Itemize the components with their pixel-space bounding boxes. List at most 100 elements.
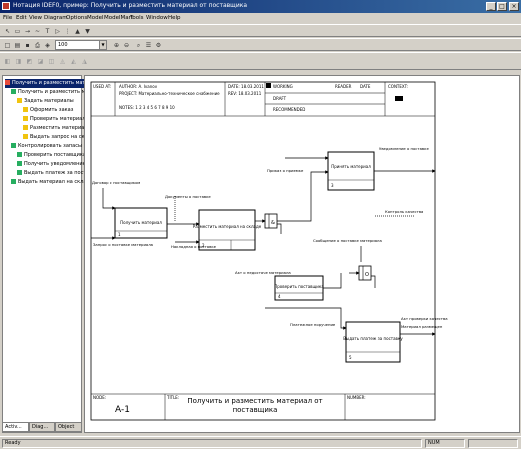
tree-item-label: Проверить поставщика bbox=[24, 152, 86, 158]
mm-disconnect-icon[interactable]: ◮ bbox=[80, 57, 89, 66]
tree-item-label: Проверить материал bbox=[30, 116, 86, 122]
diagram-frame bbox=[90, 81, 436, 421]
tree-item[interactable]: Оформить заказ bbox=[23, 106, 73, 115]
tree-item-label: Разместить материал bbox=[30, 125, 88, 131]
tree-item[interactable]: Задать материалы bbox=[17, 97, 74, 106]
toolbar-standard: □ ▤ ▪ ⎙ ◈ 100 ▼ ⊕ ⊖ ⌕ ☰ ⚙ bbox=[0, 38, 521, 51]
status-blank bbox=[468, 439, 518, 448]
activity-box-1[interactable]: Получить материал 1 bbox=[114, 207, 168, 239]
activity-icon bbox=[17, 98, 22, 103]
tree-item[interactable]: Выдать материал на склад bbox=[11, 178, 90, 187]
tree-item-label: Получить уведомление bbox=[24, 161, 86, 167]
activity-icon bbox=[11, 179, 16, 184]
minimize-button[interactable]: _ bbox=[486, 2, 496, 11]
zoom-combo[interactable]: 100 ▼ bbox=[55, 40, 107, 50]
properties-icon[interactable]: ⚙ bbox=[154, 41, 163, 50]
pointer-icon[interactable]: ↖ bbox=[3, 27, 12, 36]
tree-item[interactable]: Контролировать запасы bbox=[11, 142, 82, 151]
menu-window[interactable]: Window bbox=[146, 15, 168, 21]
arrow-tool-icon[interactable]: → bbox=[23, 27, 32, 36]
menu-file[interactable]: File bbox=[3, 15, 12, 21]
junction-or-label: O bbox=[365, 272, 369, 278]
header-notes: NOTES: 1 2 3 4 5 6 7 8 9 10 bbox=[119, 105, 175, 110]
footer-title-label: TITLE: bbox=[166, 395, 179, 400]
activity-box-4-label: Проверить поставщика bbox=[274, 284, 324, 289]
menu-modelmart[interactable]: ModelMart bbox=[104, 15, 133, 21]
box-tool-icon[interactable]: ▭ bbox=[13, 27, 22, 36]
mm-lock-icon[interactable]: ◪ bbox=[36, 57, 45, 66]
save-icon[interactable]: ▪ bbox=[23, 41, 32, 50]
tree-item[interactable]: Проверить материал bbox=[23, 115, 85, 124]
header-context: CONTEXT: bbox=[388, 84, 408, 89]
mm-save-icon[interactable]: ◩ bbox=[25, 57, 34, 66]
text-tool-icon[interactable]: T bbox=[43, 27, 52, 36]
activity-box-2-label: Разместить материал на складе bbox=[193, 224, 262, 229]
menu-diagram[interactable]: Diagram bbox=[44, 15, 68, 21]
mm-connect-icon[interactable]: ◧ bbox=[3, 57, 12, 66]
maximize-button[interactable]: □ bbox=[497, 2, 507, 11]
label-order: Приказ о приемке bbox=[267, 168, 304, 173]
tab-activities[interactable]: Activ... bbox=[2, 422, 29, 432]
tree-item[interactable]: Проверить поставщика bbox=[17, 151, 86, 160]
activity-icon bbox=[23, 125, 28, 130]
tree-item-label: Оформить заказ bbox=[30, 107, 74, 113]
diagram-canvas[interactable]: USED AT: AUTHOR: A. Ivanov PROJECT: Мате… bbox=[84, 75, 520, 433]
tab-objects[interactable]: Object bbox=[55, 422, 82, 432]
mm-library-icon[interactable]: ◭ bbox=[69, 57, 78, 66]
app-icon bbox=[2, 2, 10, 10]
close-button[interactable]: × bbox=[509, 2, 519, 11]
toolbar-modelmart: ◧ ◨ ◩ ◪ ◫ ◬ ◭ ◮ bbox=[0, 52, 521, 70]
footer-title: Получить и разместить материал от поставщ… bbox=[187, 397, 322, 414]
label-shipment: Накладная о поставке bbox=[171, 244, 217, 249]
junction-and[interactable]: & bbox=[264, 213, 278, 229]
menu-bar: File Edit View Diagram Options Model Mod… bbox=[0, 13, 521, 23]
menu-edit[interactable]: Edit bbox=[16, 15, 27, 21]
menu-help[interactable]: Help bbox=[168, 15, 181, 21]
label-request: Запрос о поставке материала bbox=[93, 242, 153, 247]
junction-and-label: & bbox=[271, 220, 275, 226]
zoom-in-icon[interactable]: ⊕ bbox=[112, 41, 121, 50]
label-contract: Договор с поставщиком bbox=[92, 180, 140, 185]
menu-options[interactable]: Options bbox=[66, 15, 87, 21]
offpage-icon[interactable]: ▷ bbox=[53, 27, 62, 36]
tab-diagrams[interactable]: Diag... bbox=[29, 422, 55, 432]
go-up-icon[interactable]: ▲ bbox=[73, 27, 82, 36]
tree-item[interactable]: Получить уведомление bbox=[17, 160, 86, 169]
zoom-out-icon[interactable]: ⊖ bbox=[122, 41, 131, 50]
status-bar: Ready NUM bbox=[0, 436, 521, 449]
mm-merge-icon[interactable]: ◫ bbox=[47, 57, 56, 66]
mm-report-icon[interactable]: ◬ bbox=[58, 57, 67, 66]
go-down-icon[interactable]: ▼ bbox=[83, 27, 92, 36]
open-icon[interactable]: ▤ bbox=[13, 41, 22, 50]
new-icon[interactable]: □ bbox=[3, 41, 12, 50]
explorer-tabs: Activ... Diag... Object bbox=[2, 422, 82, 432]
print-icon[interactable]: ⎙ bbox=[33, 41, 42, 50]
label-note: Контроль качества bbox=[385, 209, 423, 214]
status-working: WORKING bbox=[273, 84, 293, 89]
tree-item[interactable]: Разместить материал bbox=[23, 124, 87, 133]
activity-icon bbox=[11, 143, 16, 148]
junction-or[interactable]: O bbox=[358, 265, 372, 281]
activity-box-3[interactable]: Принять материал 3 bbox=[327, 151, 375, 191]
find-icon[interactable]: ⌕ bbox=[134, 41, 143, 50]
menu-view[interactable]: View bbox=[29, 15, 42, 21]
context-node-mark bbox=[395, 96, 403, 101]
label-done: Материал размещен bbox=[401, 324, 443, 329]
menu-tools[interactable]: Tools bbox=[130, 15, 144, 21]
report-icon[interactable]: ☰ bbox=[144, 41, 153, 50]
header-date: DATE: 18.03.2011 bbox=[228, 84, 264, 89]
menu-model[interactable]: Model bbox=[87, 15, 104, 21]
activity-box-4[interactable]: Проверить поставщика 4 bbox=[274, 275, 324, 301]
mm-open-icon[interactable]: ◨ bbox=[14, 57, 23, 66]
squiggle-icon[interactable]: ~ bbox=[33, 27, 42, 36]
header-used-at: USED AT: bbox=[93, 84, 111, 89]
tree-item-label: Задать материалы bbox=[24, 98, 74, 104]
footer-node: A-1 bbox=[115, 405, 130, 415]
chevron-down-icon[interactable]: ▼ bbox=[99, 41, 106, 49]
split-icon[interactable]: ⋮ bbox=[63, 27, 72, 36]
header-date2: DATE bbox=[360, 84, 371, 89]
label-defect: Акт о недостаче материала bbox=[235, 270, 291, 275]
activity-box-5[interactable]: Выдать платеж за поставку 5 bbox=[343, 321, 403, 363]
model-icon[interactable]: ◈ bbox=[43, 41, 52, 50]
activity-icon bbox=[11, 89, 16, 94]
